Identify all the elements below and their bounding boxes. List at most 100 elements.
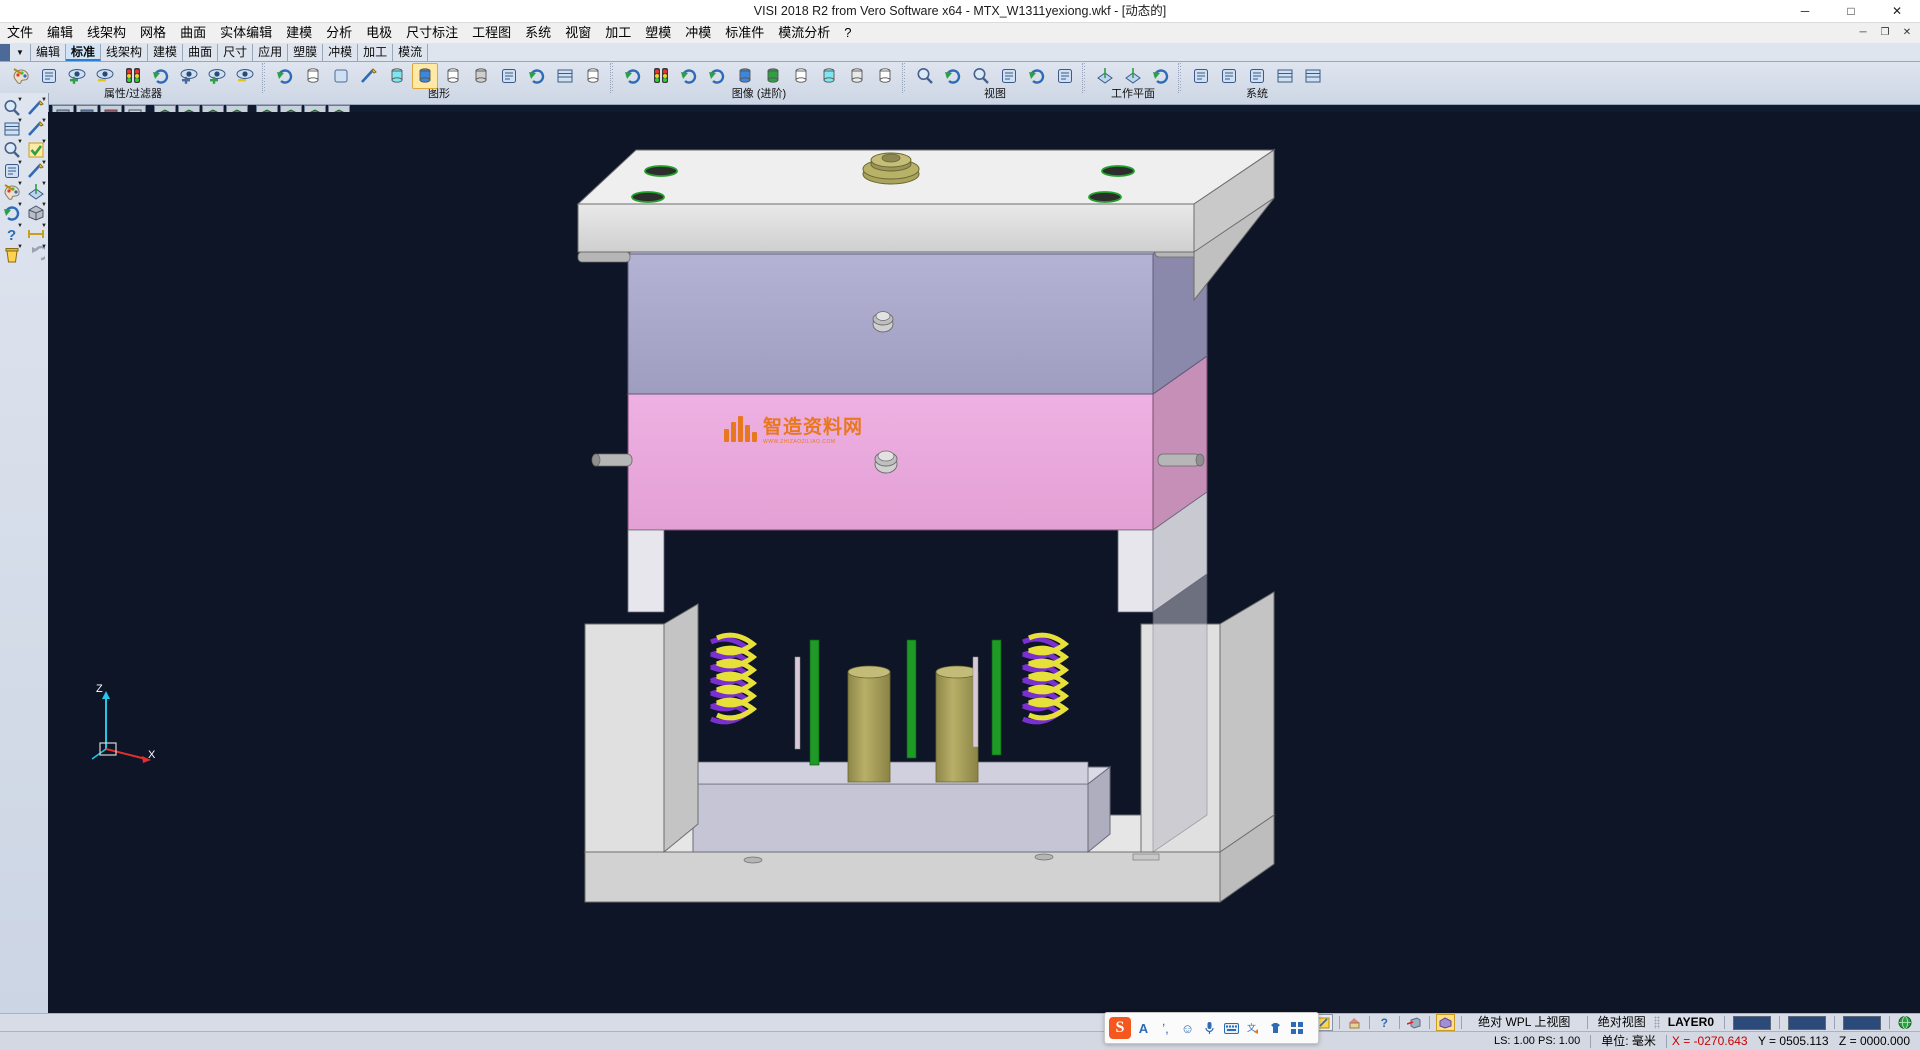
workplane-origin-icon[interactable]: [1120, 63, 1146, 89]
close-button[interactable]: ✕: [1874, 0, 1920, 22]
hidden-line-icon[interactable]: [356, 63, 382, 89]
redraw-blue-icon[interactable]: ▼: [1, 202, 23, 223]
section-icon[interactable]: [496, 63, 522, 89]
macro-icon[interactable]: [1244, 63, 1270, 89]
check-green-icon[interactable]: ▼: [25, 139, 47, 160]
zoom-fit-icon[interactable]: [968, 63, 994, 89]
settings-icon[interactable]: [1216, 63, 1242, 89]
menu-item-14[interactable]: 塑模: [638, 23, 678, 43]
menu-item-4[interactable]: 曲面: [173, 23, 213, 43]
menu-item-16[interactable]: 标准件: [718, 23, 771, 43]
tab-10[interactable]: 模流: [393, 44, 428, 61]
tabstrip-dropdown-icon[interactable]: ▼: [10, 44, 31, 61]
zoom-dynamic-icon[interactable]: [940, 63, 966, 89]
rotate-icon[interactable]: [1024, 63, 1050, 89]
tab-0[interactable]: 编辑: [31, 44, 66, 61]
view-face-icon[interactable]: [1052, 63, 1078, 89]
zoom-window-icon[interactable]: [912, 63, 938, 89]
tab-6[interactable]: 应用: [253, 44, 288, 61]
tab-7[interactable]: 塑膜: [288, 44, 323, 61]
redraw-icon[interactable]: [272, 63, 298, 89]
wireframe-icon[interactable]: [328, 63, 354, 89]
print-preview-icon[interactable]: [36, 63, 62, 89]
show-entity-icon[interactable]: [64, 63, 90, 89]
color-swatch-2[interactable]: [1788, 1016, 1826, 1030]
measure-dim-icon[interactable]: ▼: [25, 223, 47, 244]
tab-4[interactable]: 曲面: [183, 44, 218, 61]
menu-item-2[interactable]: 线架构: [80, 23, 133, 43]
zoom-plus-icon[interactable]: ▼: [1, 139, 23, 160]
layer-label[interactable]: LAYER0: [1663, 1014, 1719, 1031]
render-icon[interactable]: [524, 63, 550, 89]
texture-icon[interactable]: [552, 63, 578, 89]
mic-icon[interactable]: [1200, 1019, 1219, 1038]
grid-plane-icon[interactable]: ▼: [25, 181, 47, 202]
add-visible-icon[interactable]: [204, 63, 230, 89]
tab-5[interactable]: 尺寸: [218, 44, 253, 61]
shade-off-icon[interactable]: [300, 63, 326, 89]
draw-line-icon[interactable]: ▼: [25, 97, 47, 118]
menu-item-13[interactable]: 加工: [598, 23, 638, 43]
green-cylinder-icon[interactable]: [760, 63, 786, 89]
menu-item-17[interactable]: 模流分析: [771, 23, 837, 43]
house-icon[interactable]: [1346, 1015, 1363, 1030]
shade-transparent-icon[interactable]: [440, 63, 466, 89]
doc-minimize-button[interactable]: ─: [1852, 24, 1874, 41]
blue-cylinder-icon[interactable]: [732, 63, 758, 89]
menu-item-10[interactable]: 工程图: [465, 23, 518, 43]
edit-pencil-icon[interactable]: ▼: [25, 160, 47, 181]
doc-restore-button[interactable]: ❐: [1874, 24, 1896, 41]
translate-icon[interactable]: 文: [1244, 1019, 1263, 1038]
cone-shade-icon[interactable]: [872, 63, 898, 89]
mesh-cylinder-icon[interactable]: [844, 63, 870, 89]
window-icon[interactable]: [1272, 63, 1298, 89]
workplane-rotate-icon[interactable]: [1148, 63, 1174, 89]
hide-entity-icon[interactable]: [92, 63, 118, 89]
menu-item-15[interactable]: 冲模: [678, 23, 718, 43]
undo-arrow-icon[interactable]: ▼: [25, 244, 47, 265]
menu-item-3[interactable]: 网格: [133, 23, 173, 43]
cube-yellow-icon[interactable]: [1436, 1014, 1455, 1031]
color-swatch-3[interactable]: [1843, 1016, 1881, 1030]
clear-shade-icon[interactable]: [580, 63, 606, 89]
color-palette-icon[interactable]: ▼: [1, 181, 23, 202]
menu-item-18[interactable]: ?: [837, 23, 858, 43]
cad-viewport[interactable]: 智造资料网 WWW.ZHIZAOZILIAO.COM Z X: [48, 112, 1920, 1013]
menu-item-9[interactable]: 尺寸标注: [399, 23, 465, 43]
solid-cube-icon[interactable]: ▼: [25, 202, 47, 223]
tab-9[interactable]: 加工: [358, 44, 393, 61]
menu-item-5[interactable]: 实体编辑: [213, 23, 279, 43]
tab-1[interactable]: 标准: [66, 44, 101, 61]
color-swatch-1[interactable]: [1733, 1016, 1771, 1030]
minimize-button[interactable]: ─: [1782, 0, 1828, 22]
draw-arc-icon[interactable]: ▼: [25, 118, 47, 139]
coordinate-axes-icon[interactable]: ▼: [1, 160, 23, 181]
fit-window-icon[interactable]: ▼: [1, 118, 23, 139]
check-shade-icon[interactable]: [788, 63, 814, 89]
emoji-icon[interactable]: ☺: [1178, 1019, 1197, 1038]
remove-visible-icon[interactable]: [232, 63, 258, 89]
skin-icon[interactable]: [1266, 1019, 1285, 1038]
tab-2[interactable]: 线架构: [101, 44, 148, 61]
menu-item-7[interactable]: 分析: [319, 23, 359, 43]
layers-icon[interactable]: [1300, 63, 1326, 89]
menu-item-8[interactable]: 电极: [359, 23, 399, 43]
workplane-icon[interactable]: [1092, 63, 1118, 89]
traffic-light-icon[interactable]: [120, 63, 146, 89]
cube-red-icon[interactable]: [1406, 1015, 1423, 1030]
shade-cyan-icon[interactable]: [384, 63, 410, 89]
delete-trash-icon[interactable]: ▼: [1, 244, 23, 265]
tab-8[interactable]: 冲模: [323, 44, 358, 61]
toggle-visibility-icon[interactable]: [176, 63, 202, 89]
shade-blue-icon[interactable]: [412, 63, 438, 89]
keyboard-icon[interactable]: [1222, 1019, 1241, 1038]
menu-item-0[interactable]: 文件: [0, 23, 40, 43]
restore-view-icon[interactable]: [620, 63, 646, 89]
help-icon[interactable]: ?: [1376, 1015, 1393, 1030]
menu-item-11[interactable]: 系统: [518, 23, 558, 43]
tab-3[interactable]: 建模: [148, 44, 183, 61]
palette-brush-icon[interactable]: [8, 63, 34, 89]
zoom-select-icon[interactable]: ▼: [1, 97, 23, 118]
sogou-logo-icon[interactable]: S: [1109, 1017, 1131, 1039]
ime-toolbar[interactable]: S A ʼ, ☺ 文: [1104, 1012, 1319, 1044]
